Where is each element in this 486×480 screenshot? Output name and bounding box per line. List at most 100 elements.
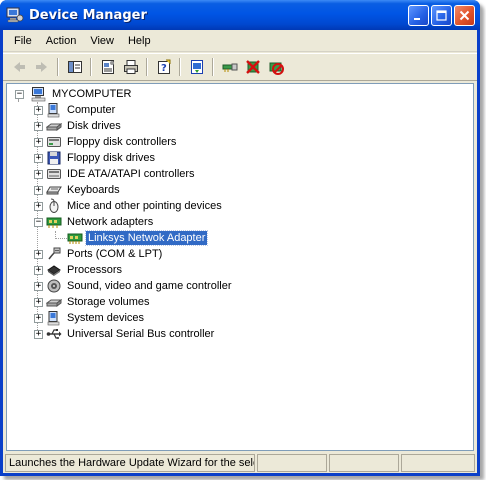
tree-category-label: Storage volumes [67,296,150,308]
forward-icon [35,62,47,72]
expand-toggle[interactable]: + [34,154,43,163]
expand-toggle[interactable]: + [34,266,43,275]
menu-view[interactable]: View [83,33,121,49]
tree-category-row[interactable]: + Disk drives [34,118,123,134]
back-icon [13,62,25,72]
collapse-toggle[interactable]: − [34,218,43,227]
tree-category-row[interactable]: + Computer [34,102,117,118]
tree-category-label: Floppy disk drives [67,152,156,164]
tree-category-row[interactable]: + Mice and other pointing devices [34,198,224,214]
update-driver-button[interactable] [185,56,208,78]
tree-category-label: Keyboards [67,184,120,196]
tree-category-row[interactable]: + System devices [34,310,146,326]
scan-hardware-button[interactable] [218,56,241,78]
sound-icon [47,279,61,293]
help-button[interactable]: ? [152,56,175,78]
maximize-button[interactable] [431,5,452,26]
scan-hardware-icon [222,63,237,72]
window-title: Device Manager [29,7,147,23]
expand-toggle[interactable]: + [34,250,43,259]
tree-category-row[interactable]: + Floppy disk drives [34,150,157,166]
forward-button[interactable] [30,56,53,78]
close-icon [459,10,470,21]
tree-category-row[interactable]: + Ports (COM & LPT) [34,246,164,262]
tree-category-label: Ports (COM & LPT) [67,248,163,260]
toolbar-separator [90,58,92,76]
system-device-icon [47,311,60,326]
toolbar-separator [212,58,214,76]
tree-child-label: Linksys Netwok Adapter [84,230,209,246]
tree-category-label: Sound, video and game controller [67,280,232,292]
status-panel-2 [257,454,327,472]
toolbar: ? [3,53,477,81]
svg-text:?: ? [161,63,167,74]
show-hide-console-tree-icon [67,61,82,73]
expand-toggle[interactable]: + [34,330,43,339]
tree-category-row[interactable]: + IDE ATA/ATAPI controllers [34,166,197,182]
device-manager-icon [6,7,24,23]
menu-action[interactable]: Action [39,33,84,49]
tree-category-label: Mice and other pointing devices [67,200,222,212]
expand-toggle[interactable]: + [34,314,43,323]
tree-category-label: Computer [67,104,116,116]
port-icon [48,247,61,260]
disable-icon [269,62,284,75]
toolbar-separator [57,58,59,76]
network-adapter-icon [46,217,62,228]
expand-toggle[interactable]: + [34,106,43,115]
ide-controller-icon [47,169,61,179]
expand-toggle[interactable]: + [34,122,43,131]
floppy-controller-icon [47,137,61,147]
maximize-icon [436,10,447,21]
mouse-icon [49,198,59,213]
close-button[interactable] [454,5,475,26]
menu-help[interactable]: Help [121,33,158,49]
back-button[interactable] [7,56,30,78]
tree-category-label: Processors [67,264,123,276]
show-hide-console-tree-button[interactable] [63,56,86,78]
device-manager-window: Device Manager File Action View Help ? −… [0,0,480,476]
keyboard-icon [46,186,62,195]
expand-toggle[interactable]: + [34,202,43,211]
print-icon [123,60,138,74]
my-computer-icon [31,87,46,102]
tree-category-row[interactable]: + Universal Serial Bus controller [34,326,216,342]
disable-button[interactable] [264,56,287,78]
network-card-icon [67,233,83,244]
uninstall-icon [245,60,260,74]
title-bar[interactable]: Device Manager [0,0,480,30]
expand-toggle[interactable]: + [34,170,43,179]
tree-category-row[interactable]: + Keyboards [34,182,122,198]
menu-file[interactable]: File [7,33,39,49]
tree-category-row[interactable]: + Floppy disk controllers [34,134,178,150]
tree-category-label: Floppy disk controllers [67,136,177,148]
expand-toggle[interactable]: + [34,138,43,147]
expand-toggle[interactable]: + [34,186,43,195]
print-button[interactable] [119,56,142,78]
tree-category-label: Disk drives [67,120,121,132]
processor-icon [47,265,61,276]
tree-connector [55,238,67,239]
tree-category-row[interactable]: − Network adapters [34,214,155,230]
uninstall-button[interactable] [241,56,264,78]
expand-toggle[interactable]: + [34,282,43,291]
toolbar-separator [179,58,181,76]
status-panel-3 [329,454,399,472]
tree-category-label: Network adapters [67,216,154,228]
status-panel-4 [401,454,475,472]
menu-bar: File Action View Help [3,30,477,52]
tree-root[interactable]: − MYCOMPUTER [15,86,133,102]
expand-toggle[interactable]: + [34,298,43,307]
collapse-toggle[interactable]: − [15,90,24,99]
tree-category-label: System devices [67,312,145,324]
minimize-icon [414,18,420,20]
computer-icon [47,103,60,118]
properties-button[interactable] [96,56,119,78]
tree-category-row[interactable]: + Sound, video and game controller [34,278,234,294]
minimize-button[interactable] [408,5,429,26]
device-tree[interactable]: − MYCOMPUTER + Computer + Disk drives + Flopp… [6,83,474,451]
tree-category-row[interactable]: + Storage volumes [34,294,152,310]
tree-category-row[interactable]: + Processors [34,262,124,278]
status-text: Launches the Hardware Update Wizard for … [5,454,255,472]
tree-child-row[interactable]: Linksys Netwok Adapter [67,230,209,246]
